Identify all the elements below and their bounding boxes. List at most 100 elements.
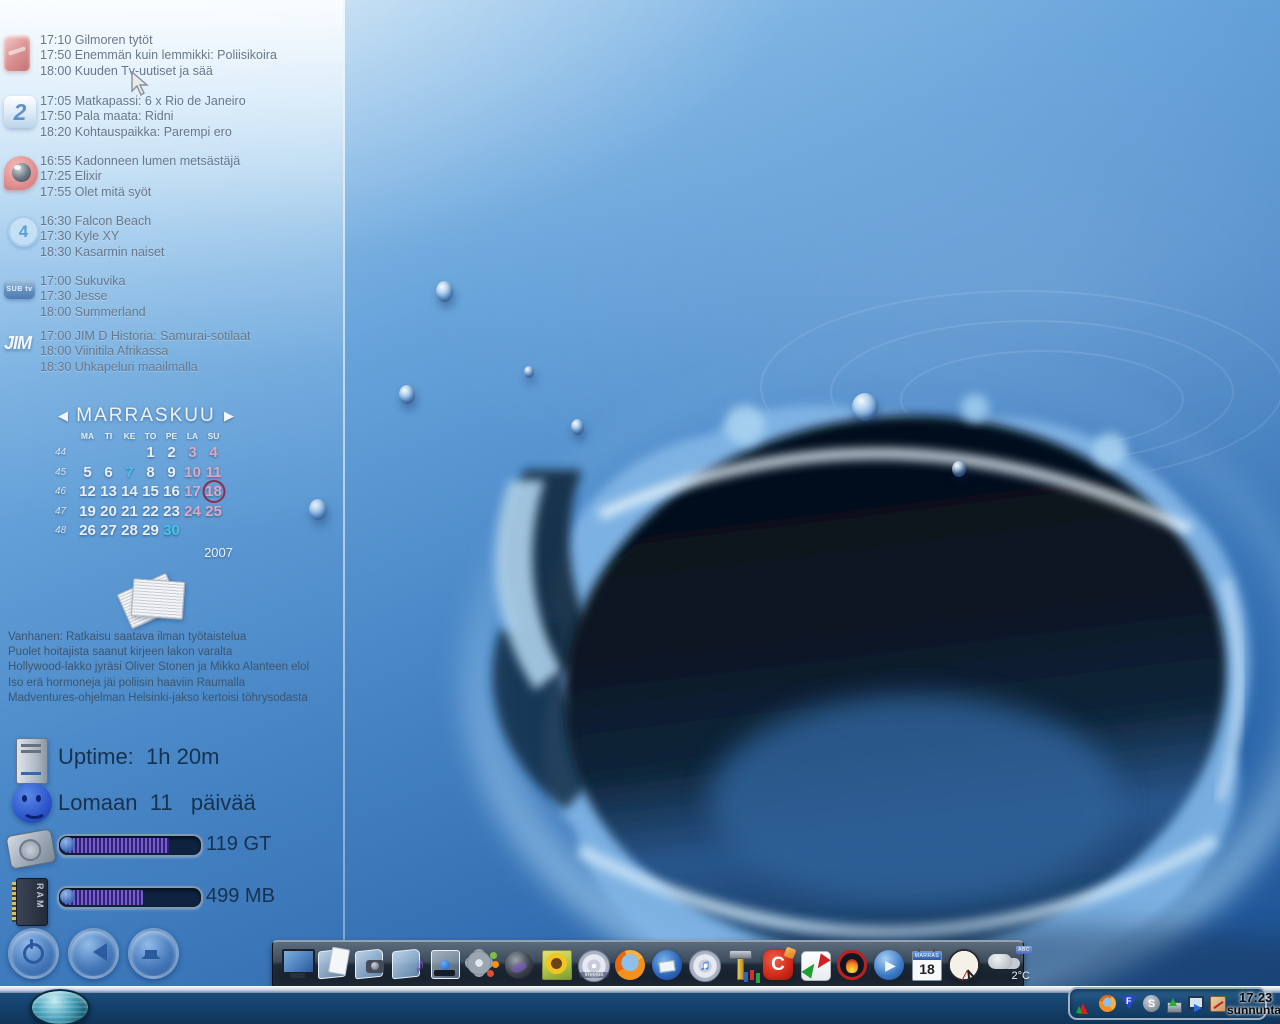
calendar-next-icon[interactable]: ▶ xyxy=(221,408,237,424)
calendar-day[interactable]: 14 xyxy=(119,483,140,500)
calendar-day[interactable]: 23 xyxy=(161,503,182,520)
subtv-glyph: SUB tv xyxy=(7,286,33,293)
calendar-day[interactable]: 30 xyxy=(161,522,182,539)
firefox-tray-icon[interactable] xyxy=(1098,994,1117,1013)
nelonen-channel-icon[interactable]: 4 xyxy=(8,216,39,247)
usb-eject-tray-icon[interactable] xyxy=(1164,994,1183,1013)
dock-icon-dvd-profiler[interactable]: invelos xyxy=(575,944,611,986)
ram-icon: RAM xyxy=(16,878,48,926)
disk-usage-bar xyxy=(57,834,203,857)
dock-icon-disc-burner[interactable] xyxy=(834,944,870,986)
calendar-day[interactable]: 21 xyxy=(119,503,140,520)
dock-icon-pictures-folder[interactable] xyxy=(353,944,389,986)
calendar-day[interactable]: 16 xyxy=(161,483,182,500)
news-headline: Vanhanen: Ratkaisu saatava ilman työtais… xyxy=(8,630,344,645)
calendar-prev-icon[interactable]: ◀ xyxy=(55,408,71,424)
calendar-day[interactable]: 17 xyxy=(182,483,203,500)
calendar-today[interactable]: 18 xyxy=(203,483,224,500)
dock-icon-itunes[interactable]: ♫ xyxy=(686,944,722,986)
tv1-channel-icon[interactable] xyxy=(4,35,30,71)
calendar-day-header: MA xyxy=(77,431,98,441)
calendar-day[interactable]: 5 xyxy=(77,464,98,481)
tv2-channel-icon[interactable]: 2 xyxy=(4,96,36,128)
calendar-day[interactable]: 3 xyxy=(182,444,203,461)
start-orb-button[interactable] xyxy=(30,989,90,1024)
antivirus-tray-icon[interactable] xyxy=(1076,994,1095,1013)
calendar-day[interactable]: 11 xyxy=(203,464,224,481)
dock-icon-ccleaner[interactable]: C xyxy=(760,944,796,986)
calendar-day[interactable]: 27 xyxy=(98,522,119,539)
skype-offline-tray-icon[interactable]: S xyxy=(1142,994,1161,1013)
dock-icon-documents-folder[interactable] xyxy=(316,944,352,986)
calendar-day[interactable]: 8 xyxy=(140,464,161,481)
home-button[interactable] xyxy=(128,928,179,979)
dock-icon-music-folder[interactable]: ♪ xyxy=(390,944,426,986)
calendar-day-header: KE xyxy=(119,431,140,441)
calendar-day[interactable]: 6 xyxy=(98,464,119,481)
ram-value: 499 MB xyxy=(206,885,275,908)
dock-icon-clock[interactable] xyxy=(945,944,981,986)
mtv3-channel-icon[interactable] xyxy=(4,156,38,190)
calendar-day[interactable]: 13 xyxy=(98,483,119,500)
program-line: 17:50 Pala maata: Ridni xyxy=(40,109,246,124)
taskbar-clock[interactable]: 17:23 sunnuntai xyxy=(1227,991,1280,1017)
news-headline: Iso erä hormoneja jäi poliisin haaviin R… xyxy=(8,676,344,691)
dock-icon-system-tools[interactable] xyxy=(723,944,759,986)
calendar-day[interactable]: 2 xyxy=(161,444,182,461)
dock-icon-control-panel[interactable] xyxy=(464,944,500,986)
desktop: 17:10 Gilmoren tytöt 17:50 Enemmän kuin … xyxy=(0,0,1280,1024)
calendar-day-header: PE xyxy=(161,431,182,441)
calendar-day[interactable]: 15 xyxy=(140,483,161,500)
calendar-day-header: SU xyxy=(203,431,224,441)
fsecure-tray-icon[interactable]: F xyxy=(1120,994,1139,1013)
uptime-text: Uptime: 1h 20m xyxy=(58,744,219,770)
dock-icon-thunderbird[interactable] xyxy=(649,944,685,986)
calendar-day[interactable]: 12 xyxy=(77,483,98,500)
dock-icon-my-computer[interactable] xyxy=(279,944,315,986)
calendar-week-number: 47 xyxy=(55,506,77,517)
calendar-day[interactable]: 10 xyxy=(182,464,203,481)
dock-icon-calendar[interactable]: MARRAS18 xyxy=(908,944,944,986)
water-droplet xyxy=(852,393,878,421)
notes-tray-icon[interactable] xyxy=(1208,994,1227,1013)
water-droplet xyxy=(571,419,584,435)
program-line: 18:20 Kohtauspaikka: Parempi ero xyxy=(40,125,246,140)
dock-icon-image-viewer[interactable] xyxy=(538,944,574,986)
program-line: 17:25 Elixir xyxy=(40,169,240,184)
dock-icon-firefox[interactable] xyxy=(612,944,648,986)
calendar-day[interactable]: 4 xyxy=(203,444,224,461)
calendar-day[interactable]: 7 xyxy=(119,464,140,481)
calendar-week-number: 44 xyxy=(55,447,77,458)
calendar-day[interactable]: 24 xyxy=(182,503,203,520)
newspaper-icon xyxy=(116,572,186,628)
program-line: 17:10 Gilmoren tytöt xyxy=(40,33,277,48)
network-monitor-tray-icon[interactable] xyxy=(1186,994,1205,1013)
program-line: 17:30 Kyle XY xyxy=(40,229,164,244)
dock-icon-weather[interactable]: ABC 2°C xyxy=(982,944,1034,986)
calendar-day-header: TI xyxy=(98,431,119,441)
dock-icon-media-player-blue[interactable]: ▶ xyxy=(871,944,907,986)
calendar-day[interactable]: 25 xyxy=(203,503,224,520)
dock-icon-network-places[interactable] xyxy=(427,944,463,986)
calendar-day[interactable]: 26 xyxy=(77,522,98,539)
calendar-day[interactable]: 22 xyxy=(140,503,161,520)
calendar-day[interactable]: 29 xyxy=(140,522,161,539)
calendar-day[interactable]: 20 xyxy=(98,503,119,520)
clock-time: 17:23 xyxy=(1227,991,1280,1004)
calendar-day[interactable]: 9 xyxy=(161,464,182,481)
jim-glyph: JIM xyxy=(4,333,31,353)
subtv-channel-icon[interactable]: SUB tv xyxy=(4,279,35,299)
calendar-day[interactable]: 1 xyxy=(140,444,161,461)
ccleaner-glyph: C xyxy=(771,954,785,976)
dock: ♪ invelos ♫ C ▶ MARRAS18 ABC 2°C xyxy=(272,940,1024,989)
dock-icon-media-player-dark[interactable] xyxy=(501,944,537,986)
news-headline: Madventures-ohjelman Helsinki-jakso kert… xyxy=(8,691,344,706)
calendar-day[interactable]: 19 xyxy=(77,503,98,520)
calendar-day[interactable]: 28 xyxy=(119,522,140,539)
program-line: 18:00 Viinitila Afrikassa xyxy=(40,344,251,359)
calendar-grid: 4412344556789101146121314151617184719202… xyxy=(55,443,237,541)
power-button[interactable] xyxy=(8,928,59,979)
back-button[interactable] xyxy=(68,928,119,979)
jim-channel-icon[interactable]: JIM xyxy=(4,333,31,354)
dock-icon-transfer-arrows[interactable] xyxy=(797,944,833,986)
